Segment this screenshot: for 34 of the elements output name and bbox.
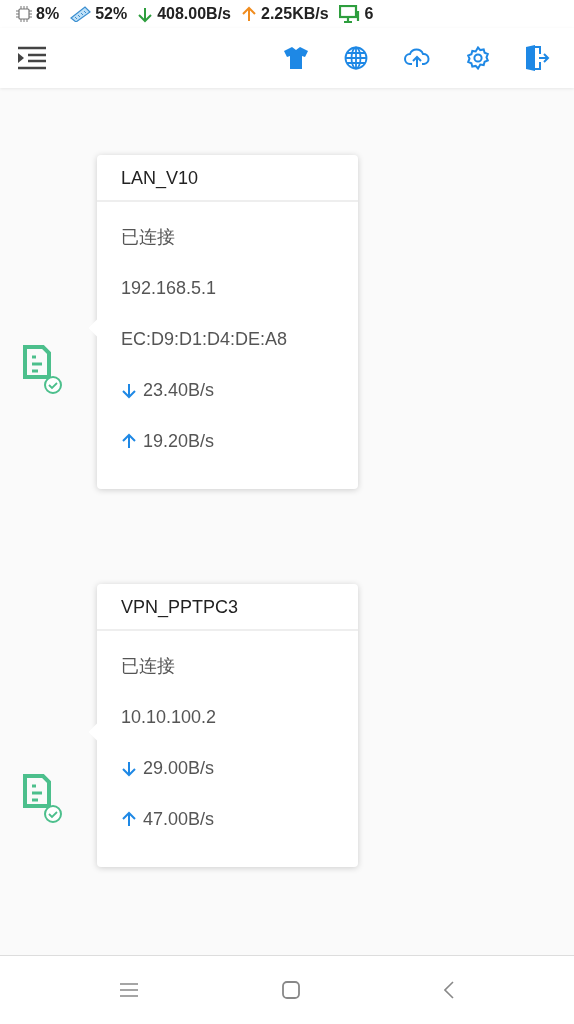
menu-button[interactable] bbox=[18, 46, 46, 70]
traffic-rate: 19.20B/s bbox=[143, 430, 215, 453]
status-text: 408.00B/s bbox=[157, 4, 231, 24]
download-icon bbox=[137, 5, 154, 23]
download-icon bbox=[121, 760, 137, 777]
status-text: 52% bbox=[95, 4, 128, 24]
download-icon bbox=[121, 382, 137, 399]
logout-icon[interactable] bbox=[526, 45, 550, 71]
menu-icon[interactable] bbox=[120, 983, 138, 997]
cloud-upload-icon[interactable] bbox=[404, 48, 430, 68]
interface-info: 10.10.100.2 bbox=[121, 706, 217, 729]
traffic-rate: 29.00B/s bbox=[143, 757, 215, 780]
shirt-icon[interactable] bbox=[284, 47, 308, 69]
interface-info: 已连接 bbox=[121, 226, 175, 249]
chip-icon bbox=[16, 6, 32, 22]
upload-icon bbox=[241, 5, 257, 23]
monitor-icon bbox=[338, 5, 361, 23]
interface-name: VPN_PPTPC3 bbox=[97, 584, 358, 631]
settings-icon[interactable] bbox=[466, 46, 490, 70]
interface-info: EC:D9:D1:D4:DE:A8 bbox=[121, 328, 288, 351]
home-icon[interactable] bbox=[282, 981, 300, 999]
traffic-rate: 47.00B/s bbox=[143, 808, 215, 831]
globe-icon[interactable] bbox=[344, 46, 368, 70]
interface-name: LAN_V10 bbox=[97, 155, 358, 202]
status-text: 8% bbox=[36, 4, 60, 24]
status-text: 6 bbox=[364, 4, 374, 24]
status-text: 2.25KB/s bbox=[261, 4, 329, 24]
memory-icon bbox=[69, 6, 92, 22]
interface-info: 192.168.5.1 bbox=[121, 277, 217, 300]
back-icon[interactable] bbox=[444, 981, 454, 999]
upload-icon bbox=[121, 811, 137, 828]
traffic-rate: 23.40B/s bbox=[143, 379, 215, 402]
interface-info: 已连接 bbox=[121, 655, 175, 678]
upload-icon bbox=[121, 433, 137, 450]
